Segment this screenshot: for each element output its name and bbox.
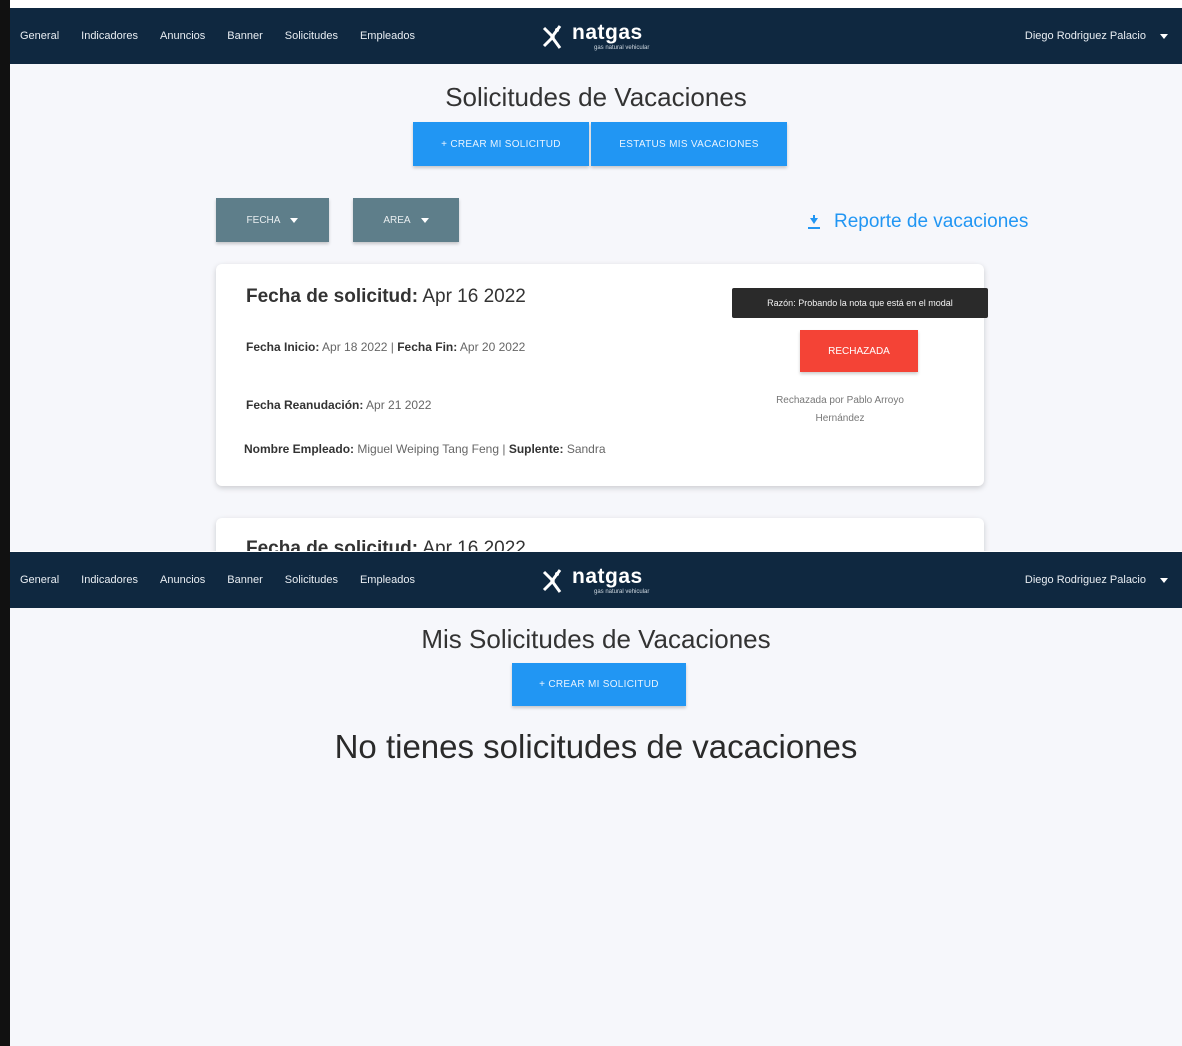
vacation-report-link[interactable]: Reporte de vacaciones bbox=[808, 211, 1028, 233]
nav-item-indicadores[interactable]: Indicadores bbox=[81, 574, 138, 586]
brand-tagline: gas natural vehicular bbox=[594, 589, 650, 595]
area-filter-label: AREA bbox=[383, 214, 411, 226]
rejected-status-button[interactable]: RECHAZADA bbox=[800, 330, 918, 372]
download-icon bbox=[808, 215, 820, 229]
request-date: Fecha de solicitud: Apr 16 2022 bbox=[246, 538, 526, 551]
brand-tagline: gas natural vehicular bbox=[594, 45, 650, 51]
create-request-button[interactable]: + CREAR MI SOLICITUD bbox=[512, 663, 686, 706]
end-date-value: Apr 20 2022 bbox=[459, 340, 526, 354]
user-name: Diego Rodriguez Palacio bbox=[1024, 30, 1146, 42]
natgas-logo-icon bbox=[542, 25, 562, 49]
nav-menu: General Indicadores Anuncios Banner Soli… bbox=[20, 8, 415, 64]
empty-state-message: No tienes solicitudes de vacaciones bbox=[334, 728, 858, 765]
nav-item-banner[interactable]: Banner bbox=[227, 574, 262, 586]
nav-item-anuncios[interactable]: Anuncios bbox=[160, 574, 205, 586]
request-card: Fecha de solicitud: Apr 16 2022 bbox=[216, 518, 984, 551]
chevron-down-icon bbox=[1160, 577, 1168, 583]
navbar: General Indicadores Anuncios Banner Soli… bbox=[10, 552, 1182, 608]
request-period: Fecha Inicio: Apr 18 2022 | Fecha Fin: A… bbox=[246, 340, 526, 354]
nav-item-general[interactable]: General bbox=[20, 30, 59, 42]
nav-item-solicitudes[interactable]: Solicitudes bbox=[285, 574, 338, 586]
resume-date-label: Fecha Reanudación: bbox=[246, 398, 364, 412]
resume-date-value: Apr 21 2022 bbox=[366, 398, 432, 412]
employee-value: Miguel Weiping Tang Feng bbox=[357, 442, 500, 456]
create-request-button[interactable]: + CREAR MI SOLICITUD bbox=[413, 122, 589, 166]
start-date-label: Fecha Inicio: bbox=[246, 340, 320, 354]
nav-item-solicitudes[interactable]: Solicitudes bbox=[285, 30, 338, 42]
brand-logo[interactable]: natgas gas natural vehicular bbox=[540, 18, 660, 56]
employee-info: Nombre Empleado: Miguel Weiping Tang Fen… bbox=[244, 442, 606, 456]
substitute-value: Sandra bbox=[566, 442, 606, 456]
nav-item-indicadores[interactable]: Indicadores bbox=[81, 30, 138, 42]
vacation-report-label: Reporte de vacaciones bbox=[834, 211, 1029, 232]
employee-label: Nombre Empleado: bbox=[244, 442, 355, 456]
user-menu[interactable]: Diego Rodriguez Palacio bbox=[1025, 8, 1168, 64]
window-left-border bbox=[0, 0, 10, 1046]
navbar: General Indicadores Anuncios Banner Soli… bbox=[10, 8, 1182, 64]
request-date-label: Fecha de solicitud: bbox=[246, 538, 419, 551]
end-date-label: Fecha Fin: bbox=[397, 340, 458, 354]
date-filter-label: FECHA bbox=[246, 214, 281, 226]
request-card: Fecha de solicitud: Apr 16 2022 Fecha In… bbox=[216, 264, 988, 486]
nav-item-banner[interactable]: Banner bbox=[227, 30, 262, 42]
vacation-requests-screen: General Indicadores Anuncios Banner Soli… bbox=[10, 8, 1182, 551]
brand-name: natgas bbox=[572, 21, 643, 44]
nav-menu: General Indicadores Anuncios Banner Soli… bbox=[20, 552, 415, 608]
nav-item-anuncios[interactable]: Anuncios bbox=[160, 30, 205, 42]
user-menu[interactable]: Diego Rodriguez Palacio bbox=[1025, 552, 1168, 608]
rejection-reason-tooltip: Razón: Probando la nota que está en el m… bbox=[732, 288, 988, 318]
natgas-logo-icon bbox=[542, 569, 562, 593]
nav-item-general[interactable]: General bbox=[20, 574, 59, 586]
vacation-status-button[interactable]: ESTATUS MIS VACACIONES bbox=[591, 122, 787, 166]
start-date-value: Apr 18 2022 bbox=[322, 340, 388, 354]
chevron-down-icon bbox=[1160, 33, 1168, 39]
date-filter-dropdown[interactable]: FECHA bbox=[216, 198, 329, 242]
rejected-by-text: Rechazada por Pablo Arroyo Hernández bbox=[776, 395, 904, 424]
user-name: Diego Rodriguez Palacio bbox=[1024, 574, 1146, 586]
brand-name: natgas bbox=[572, 565, 643, 588]
request-date: Fecha de solicitud: Apr 16 2022 bbox=[246, 286, 526, 308]
nav-item-empleados[interactable]: Empleados bbox=[360, 30, 415, 42]
request-date-value: Apr 16 2022 bbox=[422, 538, 526, 551]
page-title: Solicitudes de Vacaciones bbox=[445, 82, 747, 112]
page-title: Mis Solicitudes de Vacaciones bbox=[421, 624, 771, 654]
request-date-value: Apr 16 2022 bbox=[422, 286, 526, 307]
chevron-down-icon bbox=[420, 217, 429, 223]
my-vacation-requests-screen: General Indicadores Anuncios Banner Soli… bbox=[10, 552, 1182, 1046]
chevron-down-icon bbox=[290, 217, 299, 223]
request-date-label: Fecha de solicitud: bbox=[246, 286, 419, 307]
area-filter-dropdown[interactable]: AREA bbox=[353, 198, 459, 242]
substitute-label: Suplente: bbox=[508, 442, 564, 456]
resume-date: Fecha Reanudación: Apr 21 2022 bbox=[246, 398, 431, 412]
brand-logo[interactable]: natgas gas natural vehicular bbox=[540, 562, 660, 600]
nav-item-empleados[interactable]: Empleados bbox=[360, 574, 415, 586]
